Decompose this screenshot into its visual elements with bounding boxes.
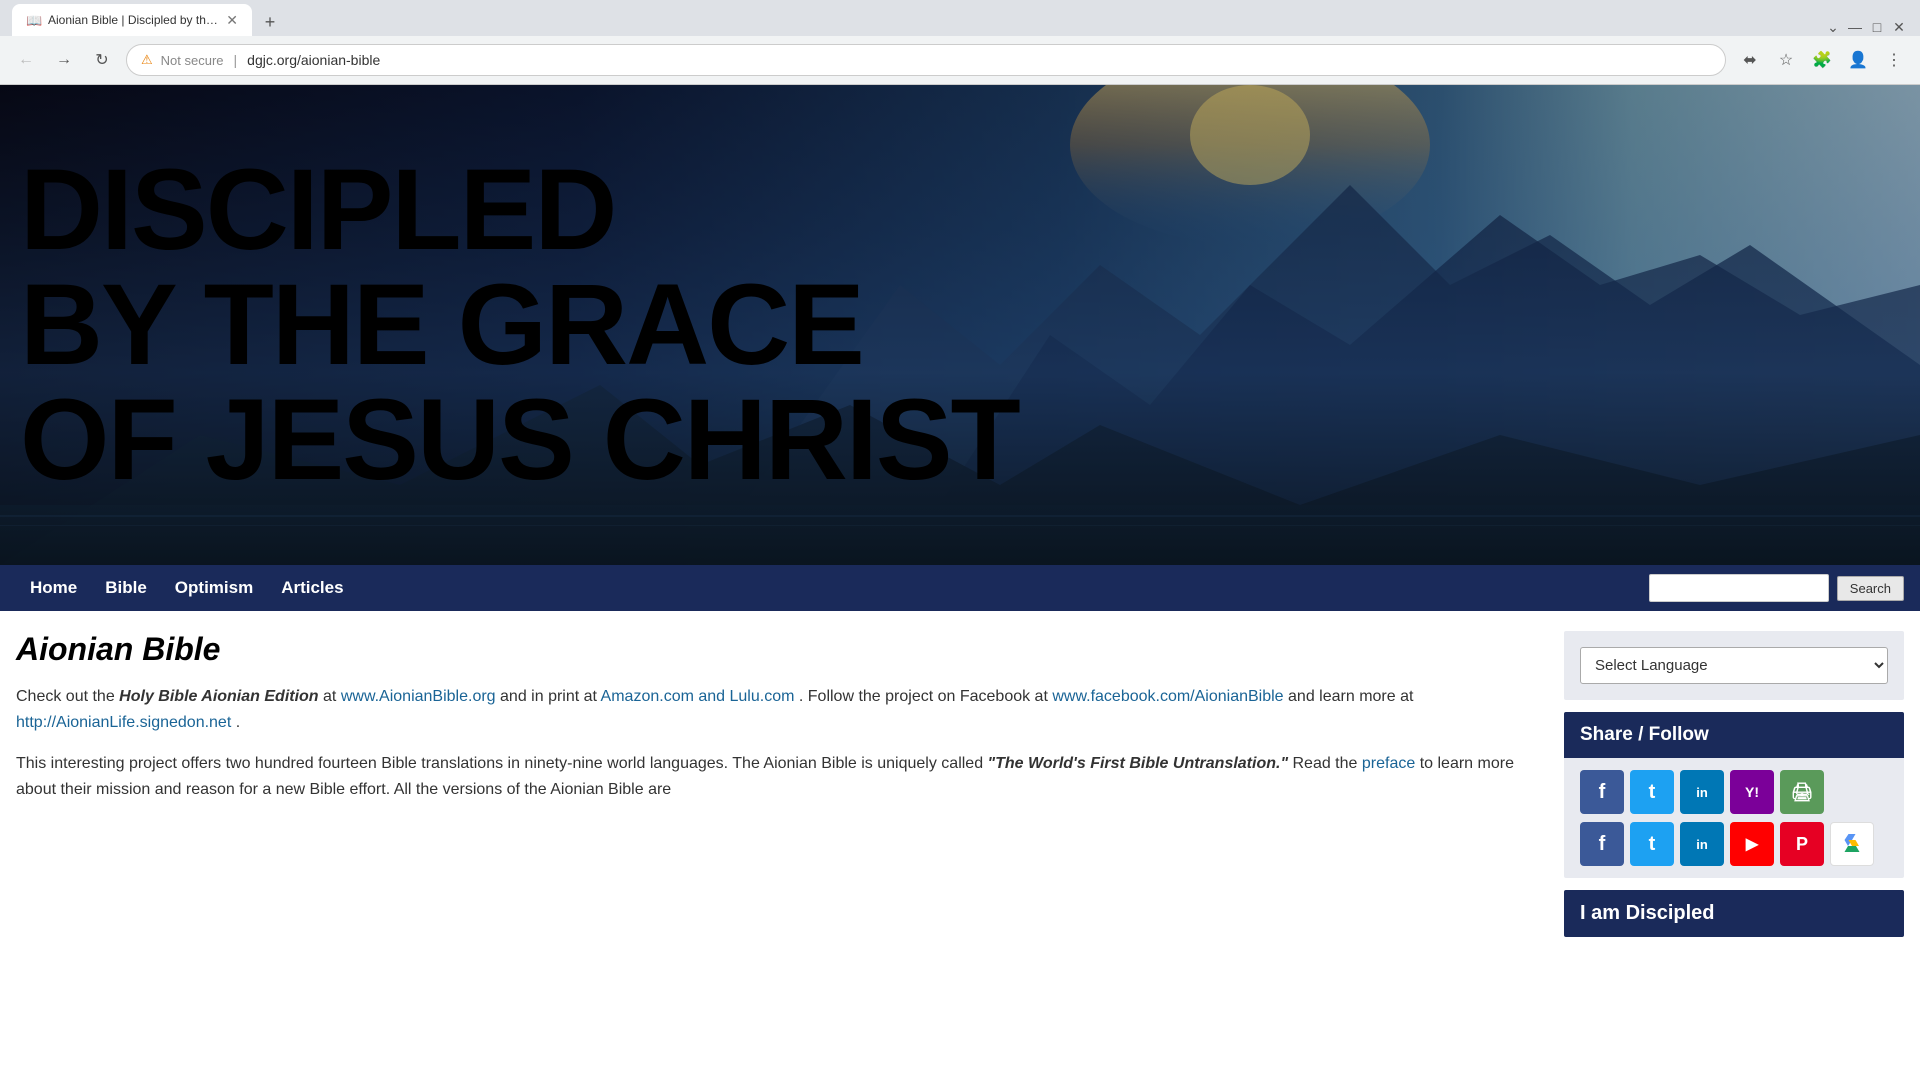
address-separator: |: [234, 52, 238, 68]
drive-icon: [1840, 832, 1864, 856]
sidebar: Select Language English Spanish French S…: [1564, 631, 1904, 937]
paragraph-2: This interesting project offers two hund…: [16, 751, 1544, 802]
close-button[interactable]: ✕: [1890, 18, 1908, 36]
profile-icon[interactable]: 👤: [1844, 46, 1872, 74]
security-icon: ⚠: [141, 52, 153, 68]
link-aionian-bible[interactable]: www.AionianBible.org: [341, 688, 496, 705]
nav-optimism[interactable]: Optimism: [161, 565, 267, 611]
hero-text: DISCIPLED BY THE GRACE OF JESUS CHRIST: [0, 123, 1039, 528]
para1-text2: at: [323, 688, 341, 705]
address-bar: ← → ↻ ⚠ Not secure | dgjc.org/aionian-bi…: [0, 36, 1920, 84]
bookmark-icon[interactable]: ☆: [1772, 46, 1800, 74]
google-drive-button[interactable]: [1830, 822, 1874, 866]
para1-text4: . Follow the project on Facebook at: [799, 688, 1052, 705]
share-page-icon[interactable]: ⬌: [1736, 46, 1764, 74]
para1-text3: and in print at: [500, 688, 601, 705]
hero-title-line2: BY THE GRACE: [20, 268, 1019, 383]
link-facebook[interactable]: www.facebook.com/AionianBible: [1052, 688, 1283, 705]
link-aionianlife[interactable]: http://AionianLife.signedon.net: [16, 714, 231, 731]
para1-text5: and learn more at: [1288, 688, 1413, 705]
youtube-button[interactable]: ▶: [1730, 822, 1774, 866]
link-preface[interactable]: preface: [1362, 755, 1415, 772]
share-row-1: f t in Y! 🖨: [1580, 770, 1888, 814]
link-amazon-lulu[interactable]: Amazon.com and Lulu.com: [601, 688, 795, 705]
security-label: Not secure: [161, 53, 224, 68]
para2-italic: "The World's First Bible Untranslation.": [988, 755, 1288, 772]
restore-button[interactable]: □: [1868, 18, 1886, 36]
language-select-widget: Select Language English Spanish French: [1564, 631, 1904, 700]
share-follow-widget: Share / Follow f t in Y! 🖨 f t in ▶ P: [1564, 712, 1904, 878]
tab-list-button[interactable]: ⌄: [1824, 18, 1842, 36]
page-title: Aionian Bible: [16, 631, 1544, 668]
address-actions: ⬌ ☆ 🧩 👤 ⋮: [1736, 46, 1908, 74]
content-area: Aionian Bible Check out the Holy Bible A…: [16, 631, 1544, 937]
share-follow-header: Share / Follow: [1564, 712, 1904, 758]
language-select[interactable]: Select Language English Spanish French: [1580, 647, 1888, 684]
menu-icon[interactable]: ⋮: [1880, 46, 1908, 74]
nav-home[interactable]: Home: [16, 565, 91, 611]
twitter-share-button[interactable]: t: [1630, 770, 1674, 814]
hero-title-line3: OF JESUS CHRIST: [20, 383, 1019, 498]
back-button[interactable]: ←: [12, 46, 40, 74]
para1-text6: .: [236, 714, 240, 731]
share-row-2: f t in ▶ P: [1580, 822, 1888, 866]
nav-links: Home Bible Optimism Articles: [16, 565, 358, 611]
para2-text1: This interesting project offers two hund…: [16, 755, 988, 772]
tab-title: Aionian Bible | Discipled by the C: [48, 13, 218, 27]
facebook-follow-button[interactable]: f: [1580, 822, 1624, 866]
para2-text2: Read the: [1292, 755, 1361, 772]
para1-text1: Check out the: [16, 688, 119, 705]
share-icons: f t in Y! 🖨 f t in ▶ P: [1564, 758, 1904, 878]
nav-search: Search: [1649, 574, 1904, 602]
nav-articles[interactable]: Articles: [267, 565, 357, 611]
forward-button[interactable]: →: [50, 46, 78, 74]
hero-title-line1: DISCIPLED: [20, 153, 1019, 268]
yahoo-share-button[interactable]: Y!: [1730, 770, 1774, 814]
reload-button[interactable]: ↻: [88, 46, 116, 74]
paragraph-1: Check out the Holy Bible Aionian Edition…: [16, 684, 1544, 735]
new-tab-button[interactable]: +: [256, 8, 284, 36]
nav-bible[interactable]: Bible: [91, 565, 161, 611]
active-tab[interactable]: 📖 Aionian Bible | Discipled by the C ✕: [12, 4, 252, 36]
tab-close-button[interactable]: ✕: [226, 12, 238, 29]
nav-bar: Home Bible Optimism Articles Search: [0, 565, 1920, 611]
tab-bar: 📖 Aionian Bible | Discipled by the C ✕ +…: [0, 0, 1920, 36]
address-url: dgjc.org/aionian-bible: [247, 52, 380, 68]
print-button[interactable]: 🖨: [1780, 770, 1824, 814]
linkedin-follow-button[interactable]: in: [1680, 822, 1724, 866]
address-input[interactable]: ⚠ Not secure | dgjc.org/aionian-bible: [126, 44, 1726, 76]
facebook-share-button[interactable]: f: [1580, 770, 1624, 814]
linkedin-share-button[interactable]: in: [1680, 770, 1724, 814]
minimize-button[interactable]: —: [1846, 18, 1864, 36]
browser-chrome: 📖 Aionian Bible | Discipled by the C ✕ +…: [0, 0, 1920, 85]
hero-banner: DISCIPLED BY THE GRACE OF JESUS CHRIST: [0, 85, 1920, 565]
pinterest-button[interactable]: P: [1780, 822, 1824, 866]
site-wrapper: DISCIPLED BY THE GRACE OF JESUS CHRIST H…: [0, 85, 1920, 957]
para1-italic: Holy Bible Aionian Edition: [119, 688, 318, 705]
tab-favicon: 📖: [26, 13, 40, 27]
search-input[interactable]: [1649, 574, 1829, 602]
i-am-discipled-widget: I am Discipled: [1564, 890, 1904, 937]
twitter-follow-button[interactable]: t: [1630, 822, 1674, 866]
search-button[interactable]: Search: [1837, 576, 1904, 601]
extensions-icon[interactable]: 🧩: [1808, 46, 1836, 74]
main-content: Aionian Bible Check out the Holy Bible A…: [0, 611, 1920, 957]
